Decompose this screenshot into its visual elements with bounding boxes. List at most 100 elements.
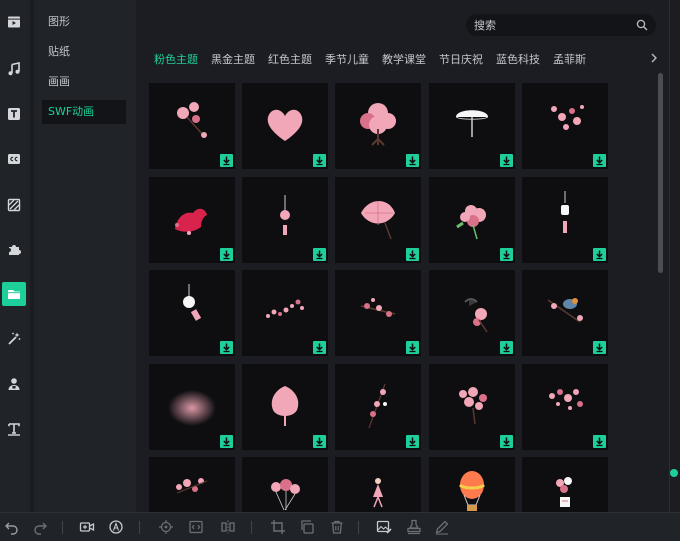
left-tool-rail bbox=[0, 0, 30, 512]
mirror-icon[interactable] bbox=[220, 519, 236, 535]
asset-tile-pink-glow[interactable] bbox=[149, 364, 235, 450]
asset-tile-blossom-twig[interactable] bbox=[335, 270, 421, 356]
download-icon[interactable] bbox=[313, 435, 326, 448]
download-icon[interactable] bbox=[593, 341, 606, 354]
tab-holiday[interactable]: 节日庆祝 bbox=[439, 51, 483, 67]
caption-icon[interactable] bbox=[2, 147, 26, 171]
playhead-handle[interactable] bbox=[670, 469, 678, 477]
tab-memphis[interactable]: 孟菲斯 bbox=[553, 51, 586, 67]
dancing-girl-thumbnail bbox=[373, 478, 383, 508]
image-edit-icon[interactable] bbox=[376, 519, 392, 535]
asset-tile-dancing-girl[interactable] bbox=[335, 457, 421, 512]
download-icon[interactable] bbox=[406, 248, 419, 261]
download-icon[interactable] bbox=[593, 154, 606, 167]
download-icon[interactable] bbox=[313, 248, 326, 261]
asset-tile-pink-tree[interactable] bbox=[242, 364, 328, 450]
category-swf-animation[interactable]: SWF动画 bbox=[42, 100, 126, 124]
record-icon[interactable] bbox=[108, 519, 124, 535]
asset-tile-paper-umbrella[interactable] bbox=[335, 177, 421, 263]
asset-tile-scattered-petals[interactable] bbox=[242, 270, 328, 356]
delete-icon[interactable] bbox=[329, 519, 345, 535]
fit-icon[interactable] bbox=[188, 519, 204, 535]
filter-icon[interactable] bbox=[2, 193, 26, 217]
download-icon[interactable] bbox=[220, 248, 233, 261]
category-stickers[interactable]: 贴纸 bbox=[42, 40, 126, 64]
toolbar-divider bbox=[139, 521, 140, 534]
category-list: 图形 贴纸 画画 SWF动画 bbox=[34, 0, 136, 512]
text-icon[interactable] bbox=[2, 102, 26, 126]
undo-icon[interactable] bbox=[4, 519, 20, 535]
search-input[interactable] bbox=[474, 14, 624, 36]
asset-tile-balloon-bunch[interactable] bbox=[522, 457, 608, 512]
tab-seasonal-kids[interactable]: 季节儿童 bbox=[325, 51, 369, 67]
download-icon[interactable] bbox=[220, 435, 233, 448]
puzzle-icon[interactable] bbox=[2, 237, 26, 261]
text-tool-icon[interactable] bbox=[2, 417, 26, 441]
asset-tile-pink-heart-cloud[interactable] bbox=[242, 83, 328, 169]
toolbar-divider bbox=[358, 521, 359, 534]
pink-balloons-thumbnail bbox=[271, 479, 300, 511]
download-icon[interactable] bbox=[593, 248, 606, 261]
asset-tile-hot-air-balloon[interactable] bbox=[429, 457, 515, 512]
target-icon[interactable] bbox=[158, 519, 174, 535]
asset-tile-glass-wind-chime[interactable] bbox=[149, 270, 235, 356]
crop-icon[interactable] bbox=[270, 519, 286, 535]
toolbar-divider bbox=[62, 521, 63, 534]
asset-tile-pink-blossom-branch[interactable] bbox=[149, 83, 235, 169]
asset-tile-cherry-blossom-tree[interactable] bbox=[335, 83, 421, 169]
balloon-bunch-thumbnail bbox=[556, 477, 572, 507]
asset-tile-sakura-branch[interactable] bbox=[149, 457, 235, 512]
asset-tile-hanging-blossoms[interactable] bbox=[335, 364, 421, 450]
add-clip-icon[interactable] bbox=[79, 519, 95, 535]
tab-pink-theme[interactable]: 粉色主题 bbox=[154, 51, 198, 67]
tab-red-theme[interactable]: 红色主题 bbox=[268, 51, 312, 67]
download-icon[interactable] bbox=[500, 435, 513, 448]
category-shapes[interactable]: 图形 bbox=[42, 10, 126, 34]
download-icon[interactable] bbox=[500, 341, 513, 354]
download-icon[interactable] bbox=[406, 435, 419, 448]
stamp-icon[interactable] bbox=[406, 519, 422, 535]
asset-tile-blossom-cluster[interactable] bbox=[429, 364, 515, 450]
content-panel: 粉色主题 黑金主题 红色主题 季节儿童 教学课堂 节日庆祝 蓝色科技 孟菲斯 bbox=[137, 0, 669, 512]
download-icon[interactable] bbox=[406, 341, 419, 354]
tab-blue-tech[interactable]: 蓝色科技 bbox=[496, 51, 540, 67]
asset-tile-bird-on-branch[interactable] bbox=[522, 270, 608, 356]
download-icon[interactable] bbox=[593, 435, 606, 448]
media-icon[interactable] bbox=[2, 10, 26, 34]
toolbar-divider bbox=[251, 521, 252, 534]
download-icon[interactable] bbox=[313, 341, 326, 354]
asset-tile-wind-chime[interactable] bbox=[522, 177, 608, 263]
pen-icon[interactable] bbox=[434, 519, 450, 535]
download-icon[interactable] bbox=[220, 154, 233, 167]
download-icon[interactable] bbox=[500, 248, 513, 261]
download-icon[interactable] bbox=[500, 154, 513, 167]
duplicate-icon[interactable] bbox=[299, 519, 315, 535]
vertical-scrollbar[interactable] bbox=[658, 73, 663, 273]
asset-tile-petal-burst[interactable] bbox=[522, 364, 608, 450]
search-icon[interactable] bbox=[636, 19, 648, 31]
asset-tile-swallow-on-branch[interactable] bbox=[429, 270, 515, 356]
hot-air-balloon-thumbnail bbox=[458, 471, 486, 511]
person-icon[interactable] bbox=[2, 372, 26, 396]
download-icon[interactable] bbox=[313, 154, 326, 167]
sakura-branch-thumbnail bbox=[176, 478, 208, 494]
search-box bbox=[466, 14, 656, 36]
tab-black-gold-theme[interactable]: 黑金主题 bbox=[211, 51, 255, 67]
asset-tile-pink-ornament[interactable] bbox=[242, 177, 328, 263]
music-icon[interactable] bbox=[2, 57, 26, 81]
app-window: 图形 贴纸 画画 SWF动画 粉色主题 黑金主题 红色主题 季节儿童 教学课堂 … bbox=[0, 0, 680, 541]
download-icon[interactable] bbox=[220, 341, 233, 354]
asset-tile-pink-petal-spray[interactable] bbox=[522, 83, 608, 169]
redo-icon[interactable] bbox=[32, 519, 48, 535]
tab-classroom[interactable]: 教学课堂 bbox=[382, 51, 426, 67]
download-icon[interactable] bbox=[406, 154, 419, 167]
category-drawing[interactable]: 画画 bbox=[42, 70, 126, 94]
asset-tile-white-umbrella[interactable] bbox=[429, 83, 515, 169]
folder-icon[interactable] bbox=[2, 282, 26, 306]
asset-tile-pink-hydrangea[interactable] bbox=[429, 177, 515, 263]
theme-tabs: 粉色主题 黑金主题 红色主题 季节儿童 教学课堂 节日庆祝 蓝色科技 孟菲斯 bbox=[154, 51, 634, 67]
asset-tile-pink-balloons[interactable] bbox=[242, 457, 328, 512]
magic-wand-icon[interactable] bbox=[2, 327, 26, 351]
asset-tile-red-bird[interactable] bbox=[149, 177, 235, 263]
chevron-right-icon[interactable] bbox=[649, 51, 659, 65]
